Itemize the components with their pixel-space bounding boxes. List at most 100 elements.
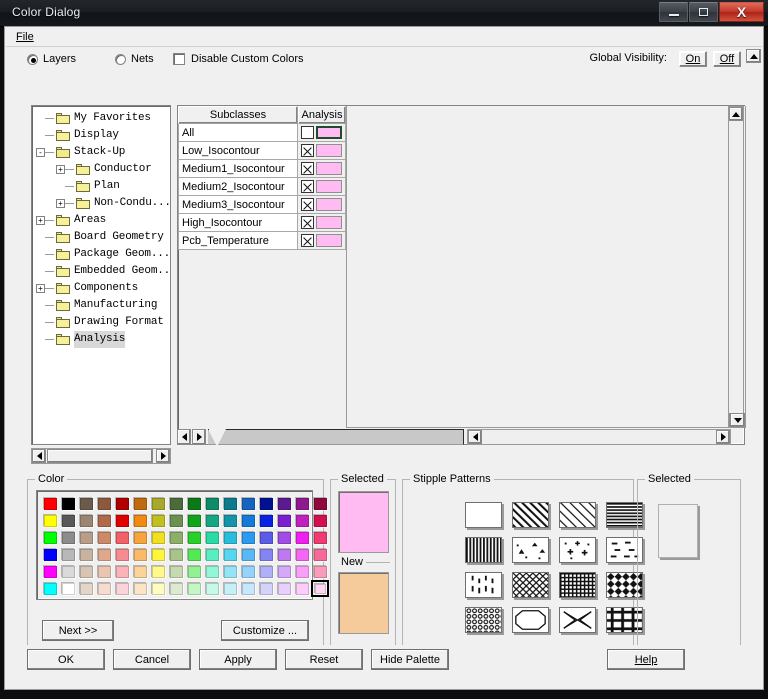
expand-toggle-icon[interactable]: + bbox=[36, 216, 45, 225]
palette-swatch[interactable] bbox=[77, 580, 95, 597]
right-pane-scroll-up-button[interactable] bbox=[729, 107, 743, 121]
palette-swatch[interactable] bbox=[59, 512, 77, 529]
palette-swatch[interactable] bbox=[185, 580, 203, 597]
radio-layers[interactable]: Layers bbox=[27, 53, 76, 65]
palette-swatch[interactable] bbox=[221, 495, 239, 512]
tree-item-drawing-format[interactable]: Drawing Format bbox=[32, 314, 170, 331]
palette-swatch[interactable] bbox=[59, 495, 77, 512]
palette-swatch[interactable] bbox=[311, 546, 329, 563]
palette-swatch[interactable] bbox=[293, 580, 311, 597]
palette-swatch[interactable] bbox=[257, 546, 275, 563]
palette-swatch[interactable] bbox=[257, 512, 275, 529]
palette-swatch[interactable] bbox=[167, 529, 185, 546]
palette-swatch[interactable] bbox=[113, 580, 131, 597]
palette-swatch[interactable] bbox=[77, 512, 95, 529]
visibility-checkbox[interactable] bbox=[301, 216, 314, 229]
palette-swatch[interactable] bbox=[221, 563, 239, 580]
global-visibility-off-button[interactable]: Off bbox=[713, 51, 741, 67]
palette-swatch[interactable] bbox=[293, 495, 311, 512]
palette-swatch[interactable] bbox=[311, 495, 329, 512]
stipple-solid-blank-button[interactable] bbox=[465, 502, 502, 528]
tree-item-analysis[interactable]: Analysis bbox=[32, 331, 170, 348]
palette-swatch[interactable] bbox=[203, 563, 221, 580]
table-scroll-right-button[interactable] bbox=[192, 429, 206, 445]
palette-swatch[interactable] bbox=[275, 580, 293, 597]
palette-swatch[interactable] bbox=[95, 529, 113, 546]
palette-swatch[interactable] bbox=[149, 546, 167, 563]
expand-toggle-icon[interactable]: + bbox=[56, 199, 65, 208]
table-splitter-thumb[interactable] bbox=[208, 429, 464, 445]
tree-item-components[interactable]: +Components bbox=[32, 280, 170, 297]
expand-toggle-icon[interactable]: + bbox=[56, 165, 65, 174]
palette-swatch[interactable] bbox=[167, 512, 185, 529]
visibility-checkbox[interactable] bbox=[301, 198, 314, 211]
palette-swatch[interactable] bbox=[41, 529, 59, 546]
visibility-checkbox[interactable] bbox=[301, 234, 314, 247]
table-row[interactable]: High_Isocontour bbox=[178, 214, 346, 232]
palette-swatch[interactable] bbox=[95, 546, 113, 563]
stipple-diagonal-lines-fine-button[interactable] bbox=[559, 502, 596, 528]
palette-swatch[interactable] bbox=[95, 563, 113, 580]
palette-swatch[interactable] bbox=[275, 529, 293, 546]
stipple-octagon-outline-button[interactable] bbox=[512, 607, 549, 633]
palette-swatch[interactable] bbox=[311, 563, 329, 580]
color-palette[interactable] bbox=[41, 495, 329, 597]
palette-swatch[interactable] bbox=[149, 580, 167, 597]
palette-swatch[interactable] bbox=[41, 495, 59, 512]
palette-swatch[interactable] bbox=[311, 580, 329, 597]
palette-swatch[interactable] bbox=[149, 495, 167, 512]
palette-swatch[interactable] bbox=[41, 580, 59, 597]
menu-item-file[interactable]: File bbox=[16, 31, 34, 43]
table-row[interactable]: All bbox=[178, 124, 346, 142]
tree-item-areas[interactable]: +Areas bbox=[32, 212, 170, 229]
palette-swatch[interactable] bbox=[77, 546, 95, 563]
stipple-small-circles-button[interactable] bbox=[465, 607, 502, 633]
palette-swatch[interactable] bbox=[293, 546, 311, 563]
hscroll-right-button[interactable] bbox=[716, 430, 730, 444]
palette-swatch[interactable] bbox=[239, 512, 257, 529]
dialog-scroll-down-button[interactable] bbox=[730, 413, 745, 427]
stipple-bowtie-cross-button[interactable] bbox=[559, 607, 596, 633]
stipple-grid-mesh-button[interactable] bbox=[559, 572, 596, 598]
visibility-checkbox[interactable] bbox=[301, 126, 314, 139]
palette-swatch[interactable] bbox=[131, 529, 149, 546]
tree-hscrollbar[interactable] bbox=[31, 448, 171, 464]
table-row[interactable]: Low_Isocontour bbox=[178, 142, 346, 160]
tree-item-non-condu[interactable]: +Non-Condu... bbox=[32, 195, 170, 212]
palette-swatch[interactable] bbox=[203, 512, 221, 529]
palette-swatch[interactable] bbox=[185, 529, 203, 546]
right-pane-vscrollbar[interactable] bbox=[728, 106, 744, 428]
tree-item-package-geom[interactable]: Package Geom... bbox=[32, 246, 170, 263]
column-header-analysis[interactable]: Analysis bbox=[298, 106, 346, 124]
palette-swatch[interactable] bbox=[275, 546, 293, 563]
palette-swatch[interactable] bbox=[203, 546, 221, 563]
palette-swatch[interactable] bbox=[185, 512, 203, 529]
palette-swatch[interactable] bbox=[113, 529, 131, 546]
palette-swatch[interactable] bbox=[239, 529, 257, 546]
column-header-subclasses[interactable]: Subclasses bbox=[178, 106, 298, 124]
palette-swatch[interactable] bbox=[203, 529, 221, 546]
palette-swatch[interactable] bbox=[185, 495, 203, 512]
expand-toggle-icon[interactable]: + bbox=[36, 284, 45, 293]
palette-swatch[interactable] bbox=[275, 563, 293, 580]
palette-swatch[interactable] bbox=[95, 495, 113, 512]
close-button[interactable]: X bbox=[719, 2, 764, 22]
palette-swatch[interactable] bbox=[293, 563, 311, 580]
visibility-checkbox[interactable] bbox=[301, 144, 314, 157]
stipple-vertical-dashes-button[interactable] bbox=[465, 572, 502, 598]
palette-swatch[interactable] bbox=[77, 495, 95, 512]
stipple-triangles-dots-button[interactable] bbox=[512, 537, 549, 563]
row-color-swatch[interactable] bbox=[316, 144, 342, 157]
palette-swatch[interactable] bbox=[293, 512, 311, 529]
table-row[interactable]: Medium3_Isocontour bbox=[178, 196, 346, 214]
palette-swatch[interactable] bbox=[131, 580, 149, 597]
tree-item-manufacturing[interactable]: Manufacturing bbox=[32, 297, 170, 314]
palette-swatch[interactable] bbox=[275, 495, 293, 512]
next-button[interactable]: Next >> bbox=[42, 620, 114, 641]
palette-swatch[interactable] bbox=[41, 512, 59, 529]
reset-button[interactable]: Reset bbox=[285, 649, 363, 670]
palette-swatch[interactable] bbox=[113, 495, 131, 512]
tree-item-embedded-geom[interactable]: Embedded Geom... bbox=[32, 263, 170, 280]
palette-swatch[interactable] bbox=[257, 580, 275, 597]
stipple-plus-dots-button[interactable] bbox=[559, 537, 596, 563]
